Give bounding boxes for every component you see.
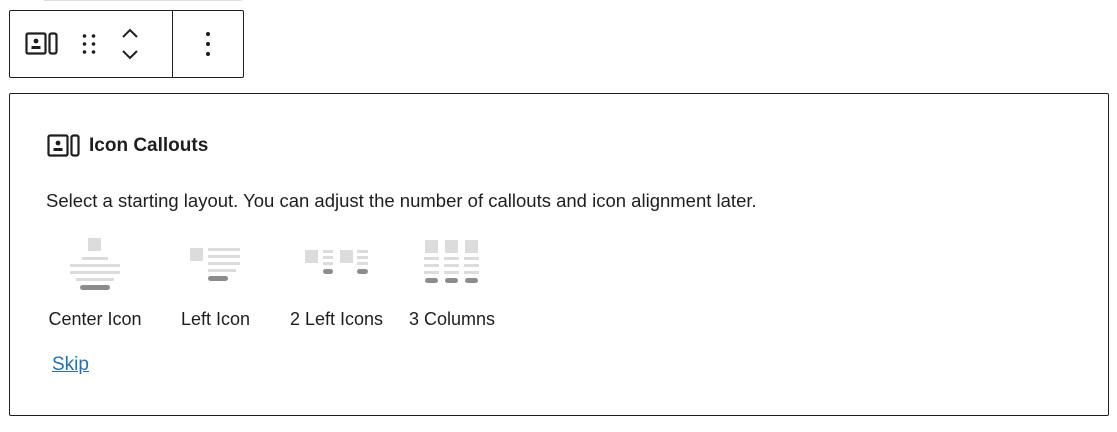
layout-option-two-left-icons[interactable]: 2 Left Icons: [284, 236, 389, 330]
layout-option-three-columns[interactable]: 3 Columns: [406, 236, 498, 330]
drag-handle-icon: [82, 34, 96, 54]
placeholder-header: Icon Callouts: [47, 134, 208, 158]
left-icon-layout-icon: [189, 248, 240, 281]
toolbar-main-group: [10, 11, 173, 77]
move-down-button[interactable]: [118, 46, 142, 64]
move-up-button[interactable]: [118, 24, 142, 42]
layout-options: Center Icon Left Icon 2 Left Icons 3 Col…: [44, 236, 498, 330]
block-type-button[interactable]: [10, 11, 74, 77]
skip-link[interactable]: Skip: [52, 354, 89, 376]
block-movers: [104, 24, 156, 64]
layout-option-label: Center Icon: [48, 309, 142, 329]
block-toolbar: [9, 10, 244, 78]
layout-option-label: Left Icon: [180, 309, 251, 329]
placeholder-title: Icon Callouts: [89, 135, 209, 156]
center-icon-layout-icon: [70, 238, 120, 290]
placeholder-instructions: Select a starting layout. You can adjust…: [46, 190, 757, 211]
chevron-up-icon: [122, 28, 138, 38]
icon-callouts-block-icon: [47, 134, 80, 157]
layout-option-label: 3 Columns: [408, 309, 496, 329]
three-columns-layout-icon: [424, 240, 479, 283]
layout-option-center-icon[interactable]: Center Icon: [44, 236, 146, 330]
layout-option-left-icon[interactable]: Left Icon: [168, 236, 263, 330]
icon-callouts-block-icon: [25, 32, 58, 55]
editor-canvas: Icon Callouts Select a starting layout. …: [0, 0, 1117, 432]
block-placeholder: Icon Callouts Select a starting layout. …: [9, 93, 1109, 416]
more-vertical-icon: [206, 32, 210, 56]
toolbar-options-group: [173, 11, 243, 77]
drag-handle-button[interactable]: [74, 11, 104, 77]
layout-option-label: 2 Left Icons: [289, 309, 384, 329]
more-options-button[interactable]: [173, 11, 243, 77]
two-left-icons-layout-icon: [304, 250, 368, 274]
chevron-down-icon: [122, 50, 138, 60]
divider: [44, 0, 242, 1]
